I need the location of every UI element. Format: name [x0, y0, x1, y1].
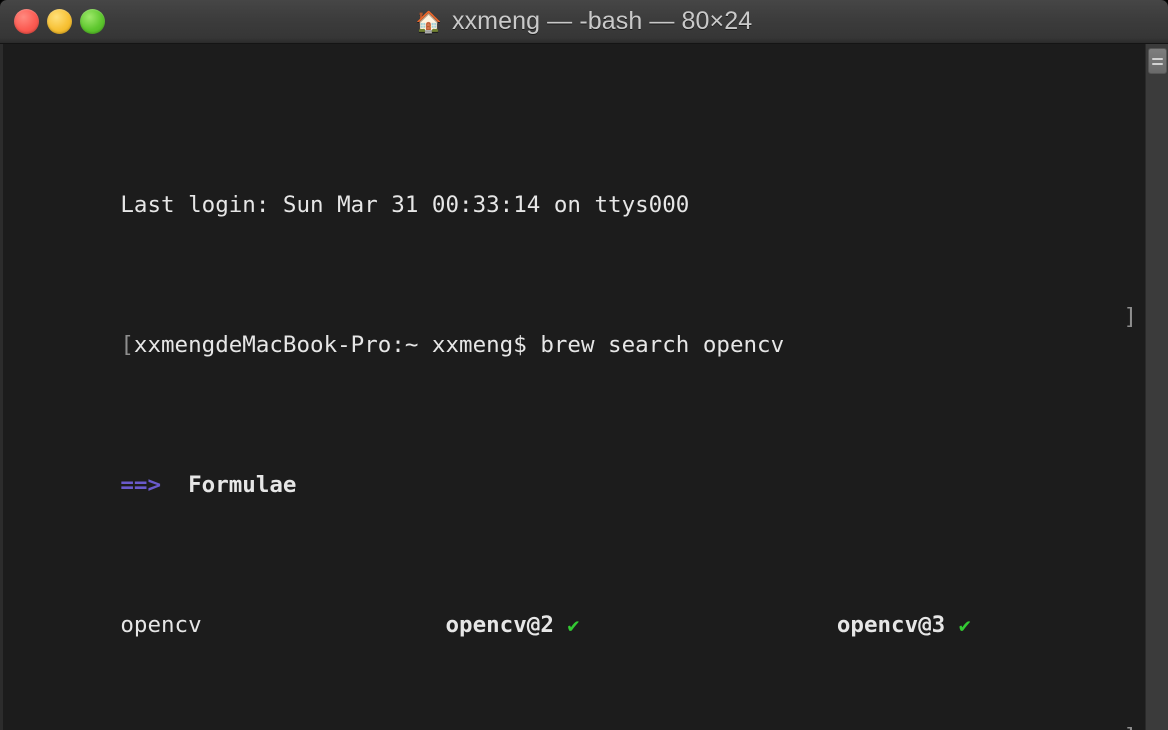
result-item-opencv: opencv — [120, 612, 202, 638]
window-title-bar[interactable]: 🏠 xxmeng — -bash — 80×24 — [0, 0, 1168, 44]
minimize-button[interactable] — [47, 9, 72, 34]
result-item-opencv2: opencv@2 — [445, 612, 554, 638]
terminal-line-prompt-1: [xxmengdeMacBook-Pro:~ xxmeng$ brew sear… — [12, 303, 1137, 358]
scrollbar-thumb[interactable] — [1148, 48, 1167, 74]
bracket-close-icon: ] — [1123, 304, 1137, 330]
terminal-body[interactable]: Last login: Sun Mar 31 00:33:14 on ttys0… — [0, 44, 1168, 730]
zoom-button[interactable] — [80, 9, 105, 34]
window-title-label: xxmeng — -bash — 80×24 — [451, 7, 753, 35]
command-text: brew search opencv — [540, 332, 785, 358]
grip-line-icon — [1152, 57, 1163, 60]
terminal-line-last-login: Last login: Sun Mar 31 00:33:14 on ttys0… — [12, 163, 1137, 218]
bracket-open-icon: [ — [120, 332, 134, 358]
last-login-text: Last login: Sun Mar 31 00:33:14 on ttys0… — [120, 192, 690, 218]
terminal-line-prompt-2: [xxmengdeMacBook-Pro:~ xxmeng$ brew sear… — [12, 723, 1137, 730]
installed-check-icon: ✔ — [958, 613, 971, 637]
installed-check-icon: ✔ — [567, 613, 580, 637]
bracket-close-icon: ] — [1123, 723, 1137, 730]
window-title: 🏠 xxmeng — -bash — 80×24 — [0, 7, 1168, 36]
terminal-line-results-1: opencv opencv@2 ✔ opencv@3 ✔ — [12, 583, 1137, 638]
formulae-heading: Formulae — [188, 472, 297, 498]
close-button[interactable] — [14, 9, 39, 34]
terminal-screen[interactable]: Last login: Sun Mar 31 00:33:14 on ttys0… — [12, 51, 1137, 730]
result-item-opencv3: opencv@3 — [836, 612, 946, 638]
grip-line-icon — [1152, 62, 1163, 65]
terminal-window: 🏠 xxmeng — -bash — 80×24 Last login: Sun… — [0, 0, 1168, 730]
window-traffic-lights — [14, 0, 105, 43]
arrow-icon: ==> — [120, 472, 162, 498]
shell-prompt: xxmengdeMacBook-Pro:~ xxmeng$ — [133, 332, 541, 358]
scrollbar-track[interactable] — [1145, 44, 1168, 730]
house-icon: 🏠 — [415, 11, 442, 34]
terminal-line-formulae-header-1: ==> Formulae — [12, 443, 1137, 498]
